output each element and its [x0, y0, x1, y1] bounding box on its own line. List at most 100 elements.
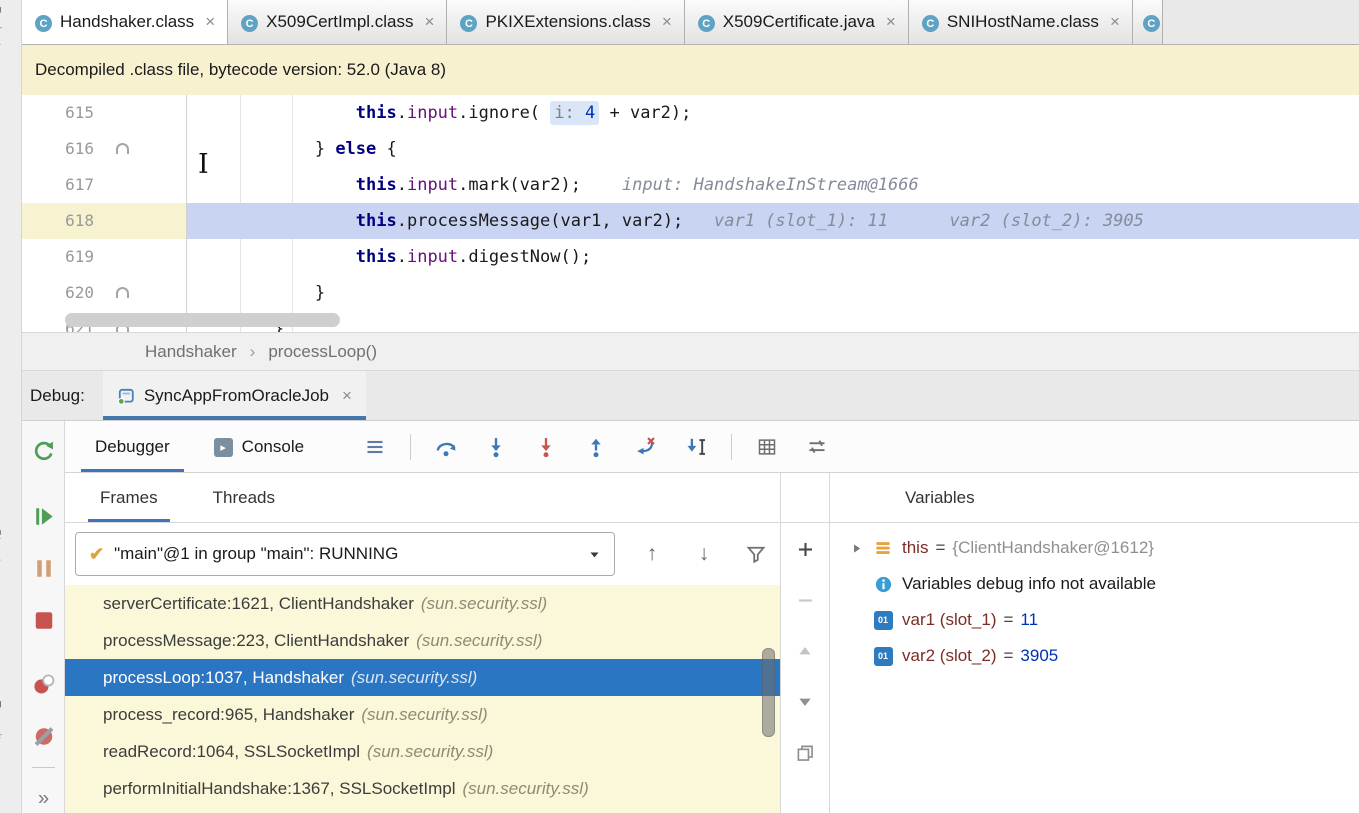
rerun-button[interactable]: [30, 438, 57, 465]
frame-location: process_record:965, Handshaker: [103, 705, 354, 725]
table-icon: [757, 437, 777, 457]
hide-chevrons-button[interactable]: »: [30, 786, 57, 813]
expand-chevron-icon[interactable]: [842, 542, 870, 555]
gutter[interactable]: 616: [22, 131, 187, 167]
tab-debugger[interactable]: Debugger: [87, 421, 178, 472]
step-into-button[interactable]: [479, 430, 513, 464]
toolbar-separator: [731, 434, 732, 460]
editor-tab-label: SNIHostName.class: [947, 12, 1099, 32]
fold-marker-icon[interactable]: [116, 287, 129, 298]
drop-frame-icon: [635, 436, 657, 458]
gutter[interactable]: 618: [22, 203, 187, 239]
frames-pane-tabs: Frames Threads: [65, 473, 780, 523]
menu-button[interactable]: [358, 430, 392, 464]
editor-tab[interactable]: CX509CertImpl.class×: [228, 0, 447, 44]
resume-button[interactable]: [30, 503, 57, 530]
debug-session-tab[interactable]: SyncAppFromOracleJob ×: [103, 371, 366, 420]
code-text[interactable]: } else {: [187, 131, 1359, 167]
gutter[interactable]: 619: [22, 239, 187, 275]
line-number: 618: [40, 203, 94, 239]
run-to-cursor-button[interactable]: [679, 430, 713, 464]
tab-close-icon[interactable]: ×: [1110, 12, 1120, 32]
funnel-button[interactable]: [741, 539, 771, 569]
remove-button[interactable]: [793, 588, 817, 612]
view-options-button[interactable]: [800, 430, 834, 464]
tab-frames[interactable]: Frames: [100, 473, 158, 522]
editor-tab[interactable]: C Handshaker.class ×: [22, 0, 228, 44]
tab-console[interactable]: ▸ Console: [206, 421, 312, 472]
view-breakpoints-button[interactable]: [30, 671, 57, 698]
force-step-into-button[interactable]: [529, 430, 563, 464]
tab-threads[interactable]: Threads: [213, 473, 275, 522]
variable-row[interactable]: this={ClientHandshaker@1612}: [830, 530, 1359, 566]
breadcrumb-separator-icon: ›: [250, 342, 256, 362]
frame-location: processLoop:1037, Handshaker: [103, 668, 344, 688]
gutter[interactable]: 615: [22, 95, 187, 131]
code-text[interactable]: this.input.ignore( i: 4 + var2);: [187, 95, 1359, 131]
equals-sign: =: [935, 538, 945, 558]
editor-tab[interactable]: CSNIHostName.class×: [909, 0, 1133, 44]
thread-row: ✔"main"@1 in group "main": RUNNING ↑ ↓: [65, 523, 780, 585]
gutter[interactable]: 620: [22, 275, 187, 311]
frames-actions-column: [780, 473, 830, 813]
mute-breakpoints-icon: [32, 724, 56, 748]
tab-close-icon[interactable]: ×: [425, 12, 435, 32]
stack-frame-row[interactable]: readRecord:1064, SSLSocketImpl(sun.secur…: [65, 733, 780, 770]
move-down-icon: [796, 693, 814, 711]
variable-row[interactable]: 01var1 (slot_1)=11: [830, 602, 1359, 638]
down-arrow-button[interactable]: ↓: [689, 539, 719, 569]
stack-frame-row[interactable]: processLoop:1037, Handshaker(sun.securit…: [65, 659, 780, 696]
step-over-button[interactable]: [429, 430, 463, 464]
frames-scrollbar[interactable]: [762, 648, 775, 737]
stripe-label-structure[interactable]: Structure: [0, 528, 4, 581]
variable-row[interactable]: 01var2 (slot_2)=3905: [830, 638, 1359, 674]
mute-breakpoints-button[interactable]: [30, 723, 57, 750]
debug-session-bar: Debug: SyncAppFromOracleJob ×: [22, 371, 1359, 421]
move-up-button[interactable]: [793, 639, 817, 663]
editor-tab-label: Handshaker.class: [60, 12, 194, 32]
tab-close-icon[interactable]: ×: [886, 12, 896, 32]
table-button[interactable]: [750, 430, 784, 464]
class-icon: C: [35, 12, 52, 33]
variable-row[interactable]: Variables debug info not available: [830, 566, 1359, 602]
code-text[interactable]: }: [187, 311, 1359, 332]
tab-close-icon[interactable]: ×: [662, 12, 672, 32]
thread-selector[interactable]: ✔"main"@1 in group "main": RUNNING: [75, 532, 615, 576]
stack-frame-row[interactable]: process_record:965, Handshaker(sun.secur…: [65, 696, 780, 733]
banner-text: Decompiled .class file, bytecode version…: [35, 60, 446, 80]
fold-marker-icon[interactable]: [116, 143, 129, 154]
horizontal-scrollbar[interactable]: [65, 313, 340, 327]
gutter[interactable]: 617: [22, 167, 187, 203]
line-number: 616: [40, 131, 94, 167]
stack-frame-row[interactable]: serverCertificate:1621, ClientHandshaker…: [65, 585, 780, 622]
step-out-button[interactable]: [579, 430, 613, 464]
editor-tab[interactable]: C: [1133, 0, 1163, 44]
add-button[interactable]: [793, 537, 817, 561]
editor-tab[interactable]: CPKIXExtensions.class×: [447, 0, 684, 44]
code-editor[interactable]: 615 this.input.ignore( i: 4 + var2);616 …: [22, 95, 1359, 332]
code-line: 616 } else {: [22, 131, 1359, 167]
drop-frame-button[interactable]: [629, 430, 663, 464]
session-close-icon[interactable]: ×: [342, 386, 352, 406]
pause-button[interactable]: [30, 555, 57, 582]
stop-button[interactable]: [30, 607, 57, 634]
copy-stack-button[interactable]: [793, 741, 817, 765]
step-into-icon: [485, 436, 507, 458]
code-text[interactable]: this.input.mark(var2); input: HandshakeI…: [187, 167, 1359, 203]
stack-frame-row[interactable]: processMessage:223, ClientHandshaker(sun…: [65, 622, 780, 659]
hide-chevrons-icon: »: [38, 788, 49, 811]
stripe-label-favorites[interactable]: Favorites: [0, 700, 4, 753]
tab-close-icon[interactable]: ×: [205, 12, 215, 32]
stack-frame-row[interactable]: performInitialHandshake:1367, SSLSocketI…: [65, 770, 780, 807]
stripe-label-project[interactable]: Project: [0, 6, 4, 46]
breadcrumb-method[interactable]: processLoop(): [268, 342, 377, 362]
code-text[interactable]: this.input.digestNow();: [187, 239, 1359, 275]
code-text[interactable]: }: [187, 275, 1359, 311]
move-down-button[interactable]: [793, 690, 817, 714]
editor-tab[interactable]: CX509Certificate.java×: [685, 0, 909, 44]
frames-actions: [781, 523, 829, 765]
breadcrumb-class[interactable]: Handshaker: [145, 342, 237, 362]
up-arrow-button[interactable]: ↑: [637, 539, 667, 569]
code-text[interactable]: this.processMessage(var1, var2); var1 (s…: [187, 203, 1359, 239]
run-config-icon: [117, 387, 135, 405]
